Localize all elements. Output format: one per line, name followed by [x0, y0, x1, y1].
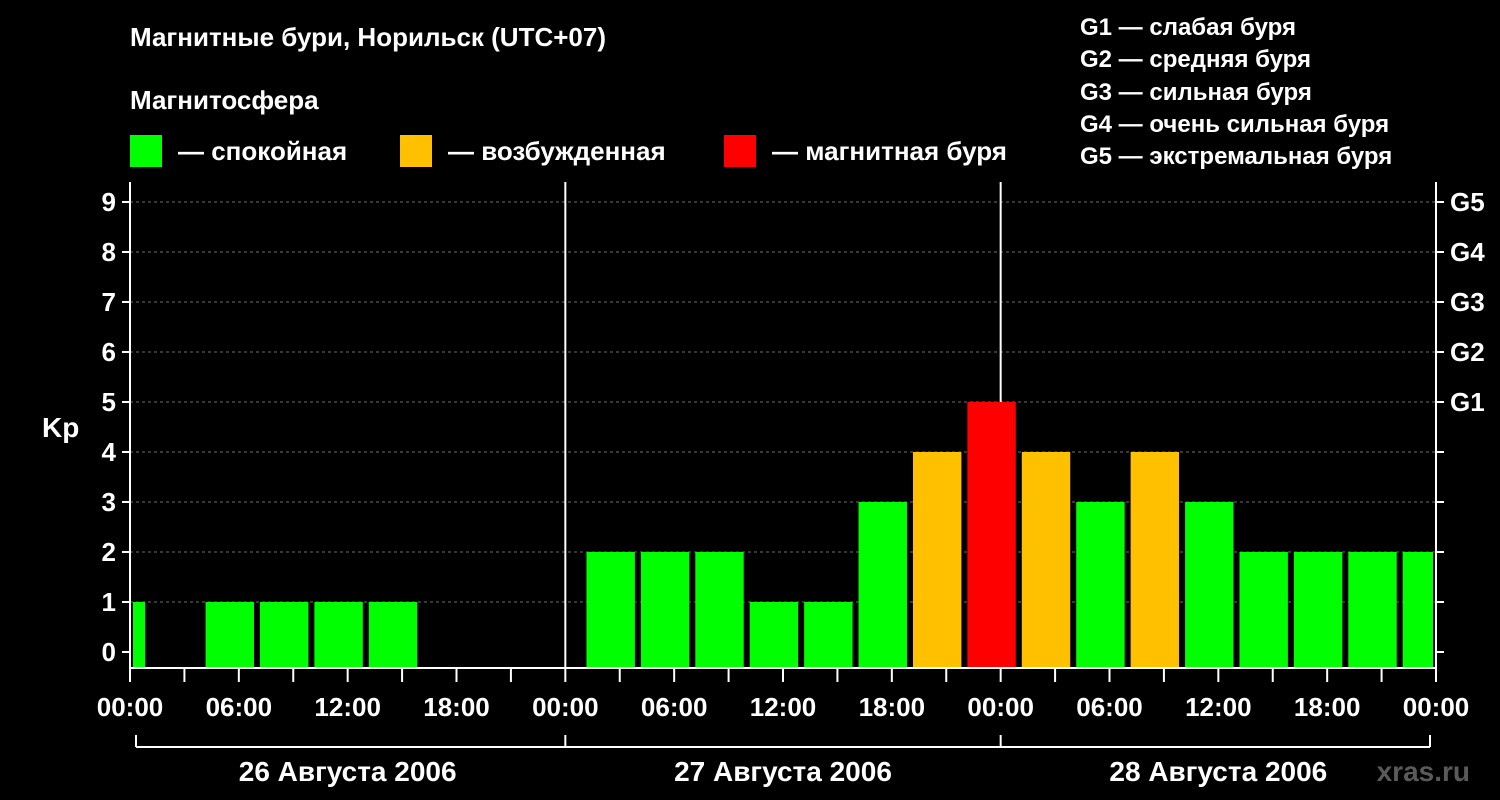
g-level-label: G4 — [1450, 237, 1485, 267]
kp-bar — [1348, 552, 1397, 668]
day-label: 26 Августа 2006 — [239, 756, 457, 787]
y-tick-label: 3 — [102, 487, 116, 517]
x-tick-label: 12:00 — [1185, 692, 1252, 722]
x-tick-label: 12:00 — [750, 692, 817, 722]
kp-bar — [1185, 502, 1234, 668]
y-tick-label: 4 — [102, 437, 117, 467]
kp-bar — [967, 402, 1016, 668]
kp-bar — [695, 552, 744, 668]
g-level-label: G5 — [1450, 187, 1485, 217]
g-level-label: G1 — [1450, 387, 1485, 417]
x-tick-label: 18:00 — [423, 692, 490, 722]
x-tick-label: 06:00 — [641, 692, 708, 722]
kp-bar — [804, 602, 853, 668]
y-tick-label: 7 — [102, 287, 116, 317]
kp-bar — [858, 502, 907, 668]
kp-bar — [368, 602, 418, 668]
x-tick-label: 06:00 — [206, 692, 273, 722]
x-tick-label: 00:00 — [532, 692, 599, 722]
g-level-label: G2 — [1450, 337, 1485, 367]
kp-bar — [1239, 552, 1288, 668]
kp-bar — [640, 552, 690, 668]
x-tick-label: 00:00 — [97, 692, 164, 722]
kp-bar — [1293, 552, 1343, 668]
kp-bar — [586, 552, 635, 668]
kp-bar — [1076, 502, 1125, 668]
x-tick-label: 18:00 — [1294, 692, 1361, 722]
y-tick-label: 9 — [102, 187, 116, 217]
kp-bar — [259, 602, 309, 668]
y-tick-label: 6 — [102, 337, 116, 367]
day-label: 27 Августа 2006 — [674, 756, 892, 787]
x-tick-label: 06:00 — [1076, 692, 1143, 722]
kp-bar — [1130, 452, 1180, 668]
y-tick-label: 2 — [102, 537, 116, 567]
kp-bar — [205, 602, 254, 668]
x-tick-label: 00:00 — [1403, 692, 1470, 722]
x-tick-label: 12:00 — [314, 692, 381, 722]
kp-bar — [1021, 452, 1071, 668]
watermark: xras.ru — [1376, 756, 1470, 787]
day-label: 28 Августа 2006 — [1109, 756, 1327, 787]
x-tick-label: 00:00 — [967, 692, 1034, 722]
y-tick-label: 5 — [102, 387, 116, 417]
x-tick-label: 18:00 — [859, 692, 926, 722]
y-tick-label: 1 — [102, 587, 116, 617]
g-level-label: G3 — [1450, 287, 1485, 317]
y-tick-label: 0 — [102, 637, 116, 667]
y-tick-label: 8 — [102, 237, 116, 267]
kp-bar-chart: 0 1 2 3 4 5 6 7 8 9 G1 G2 G3 G4 G5 00:00 06:00 12:00 18:00… — [97, 182, 1485, 787]
kp-bar — [912, 452, 962, 668]
kp-bar — [314, 602, 363, 668]
kp-bar — [749, 602, 799, 668]
kp-bar — [133, 602, 146, 668]
kp-bar — [1402, 552, 1433, 668]
